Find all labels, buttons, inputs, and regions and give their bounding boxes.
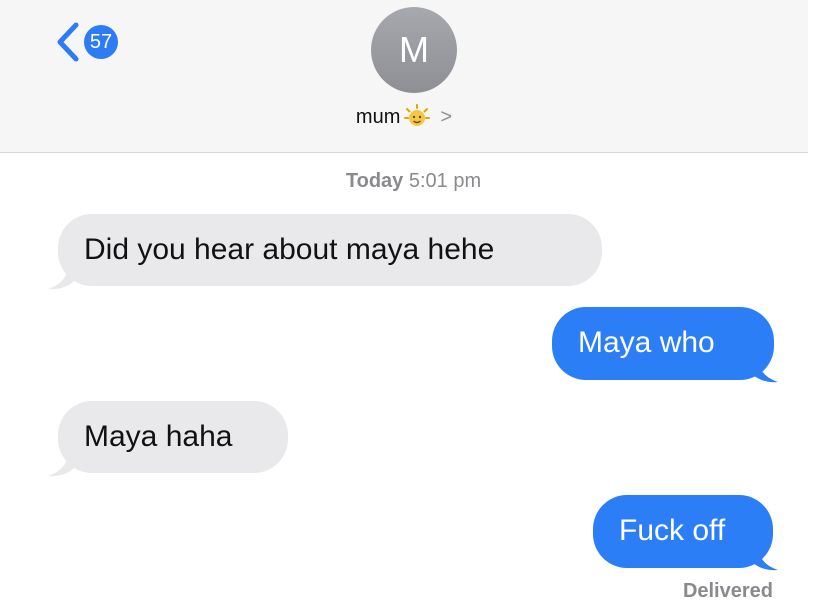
avatar[interactable]: M — [371, 7, 457, 93]
timestamp-day: Today — [345, 170, 404, 192]
chevron-left-icon — [57, 22, 79, 62]
conversation-header: 57 M mum > — [0, 0, 808, 153]
contact-name-button[interactable]: mum > — [0, 104, 808, 130]
message-bubble-outgoing[interactable]: Fuck off — [593, 495, 773, 568]
edge-strip — [808, 0, 827, 609]
message-bubble-incoming[interactable]: Did you hear about maya hehe — [58, 214, 602, 286]
contact-name: mum — [355, 105, 401, 128]
timestamp-time: 5:01 pm — [408, 170, 482, 192]
message-timestamp: Today 5:01 pm — [0, 170, 827, 193]
chevron-right-icon: > — [440, 105, 453, 128]
message-bubble-outgoing[interactable]: Maya who — [552, 307, 774, 380]
delivery-status: Delivered — [682, 580, 773, 602]
back-button[interactable]: 57 — [54, 22, 118, 62]
unread-count-badge: 57 — [84, 25, 118, 59]
message-bubble-incoming[interactable]: Maya haha — [58, 401, 288, 473]
sparkle-face-icon — [404, 104, 431, 130]
